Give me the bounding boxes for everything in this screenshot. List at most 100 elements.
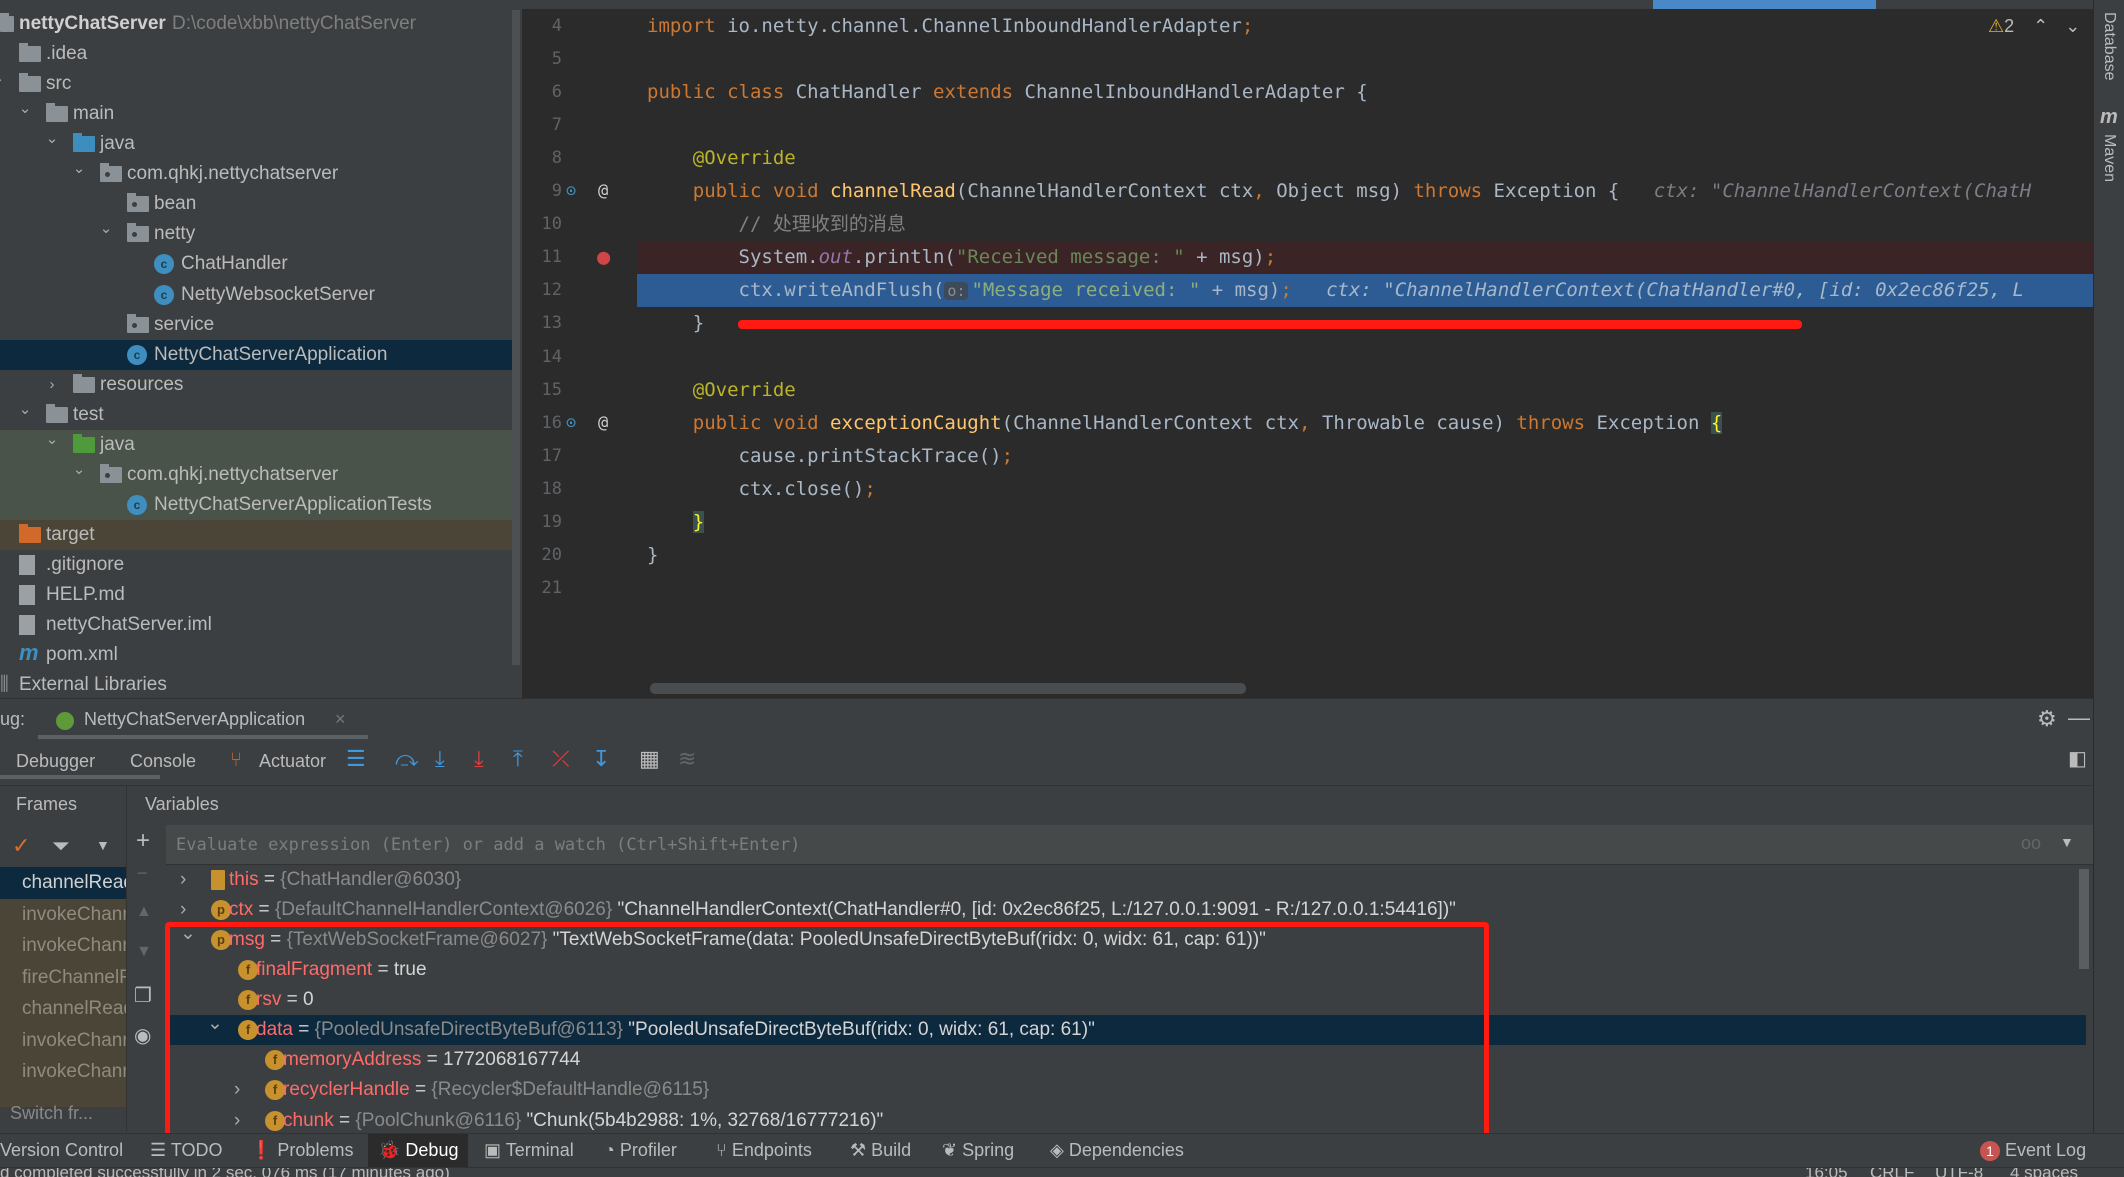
chevron-down-icon[interactable]: ⌄ xyxy=(71,455,87,485)
tree-item[interactable]: ⌄ com.qhkj.nettychatserver xyxy=(0,459,516,490)
stack-frame[interactable]: channelRead xyxy=(0,867,126,899)
line-number[interactable]: 17 xyxy=(522,440,562,473)
tool-terminal[interactable]: ▣ Terminal xyxy=(484,1134,574,1167)
line-number[interactable]: 18 xyxy=(522,473,562,506)
chevron-down-icon[interactable]: ⌄ xyxy=(17,94,33,124)
filter-icon[interactable]: ⏷ xyxy=(52,833,70,859)
override-method-icon[interactable]: ⊙ xyxy=(566,407,576,440)
stack-frame[interactable]: invokeChann xyxy=(0,930,126,962)
tree-item[interactable]: c NettyWebsocketServer xyxy=(0,280,516,310)
tree-item[interactable]: › resources xyxy=(0,370,516,400)
line-number[interactable]: 14 xyxy=(522,341,562,374)
chevron-down-icon[interactable]: ⌄ xyxy=(71,154,87,184)
file-encoding[interactable]: UTF-8 xyxy=(1935,1168,1983,1177)
variable-row[interactable]: › this = {ChatHandler@6030} xyxy=(166,865,2086,895)
tree-item[interactable]: ⌄ com.qhkj.nettychatserver xyxy=(0,159,516,189)
tree-item[interactable]: ⫼ External Libraries xyxy=(0,670,516,698)
chevron-down-icon[interactable]: ⌄ xyxy=(17,395,33,425)
tree-item[interactable]: ⌄ test xyxy=(0,400,516,430)
tool-event-log[interactable]: 1 Event Log xyxy=(1980,1134,2086,1167)
tree-item[interactable]: HELP.md xyxy=(0,580,516,610)
line-separator[interactable]: CRLF xyxy=(1870,1168,1914,1177)
line-number[interactable]: 10 xyxy=(522,208,562,241)
step-into-icon[interactable]: ⤓ xyxy=(435,746,445,772)
code-line[interactable]: 6 public class ChatHandler extends Channe… xyxy=(522,76,2093,109)
step-over-icon[interactable]: ⤼ xyxy=(395,746,419,772)
frames-dropdown-icon[interactable]: ▼ xyxy=(96,837,110,853)
stack-frame[interactable]: invokeChann xyxy=(0,1056,126,1088)
line-number[interactable]: 8 xyxy=(522,142,562,175)
code-line[interactable]: 21 xyxy=(522,572,2093,605)
code-line[interactable]: 10 // 处理收到的消息 xyxy=(522,208,2093,241)
editor-horizontal-scrollbar[interactable] xyxy=(650,683,1246,694)
layout-icon[interactable]: ◧ xyxy=(2068,746,2087,771)
tool-todo[interactable]: ☰ TODO xyxy=(150,1134,222,1167)
add-watch-icon[interactable]: + xyxy=(136,827,150,855)
code-line[interactable]: 12 ctx.writeAndFlush(o: "Message received… xyxy=(542,274,2093,308)
tool-profiler[interactable]: ◔ Profiler xyxy=(604,1134,677,1167)
annotation-at-icon[interactable]: @ xyxy=(598,175,608,208)
variable-row[interactable]: f finalFragment = true xyxy=(166,955,2086,985)
variable-row[interactable]: ⌄ p msg = {TextWebSocketFrame@6027} "TextW… xyxy=(166,923,2086,955)
copy-icon[interactable]: ❐ xyxy=(134,983,152,1008)
variable-row[interactable]: › f chunk = {PoolChunk@6116} "Chunk(5b4b29… xyxy=(166,1106,2086,1136)
evaluate-expression-icon[interactable]: ▦ xyxy=(639,746,660,772)
drop-frame-icon[interactable]: ⤫ xyxy=(552,746,570,772)
tab-actuator[interactable]: Actuator xyxy=(259,751,326,772)
tree-scrollbar[interactable] xyxy=(512,10,520,665)
code-line[interactable]: 9 ⊙ @ public void channelRead(ChannelHandl… xyxy=(522,175,2093,208)
eval-history-dropdown-icon[interactable]: ▼ xyxy=(2060,834,2074,850)
trace-icon[interactable]: ≋ xyxy=(678,746,696,772)
variable-row[interactable]: › p ctx = {DefaultChannelHandlerContext@60… xyxy=(166,895,2086,925)
editor-tab-active[interactable] xyxy=(1653,0,1876,9)
status-message[interactable]: d completed successfully in 2 sec, 076 m… xyxy=(0,1168,450,1177)
line-number[interactable]: 13 xyxy=(522,307,562,340)
indent-setting[interactable]: 4 spaces xyxy=(2010,1168,2078,1177)
line-number[interactable]: 9 xyxy=(522,175,562,208)
code-line[interactable]: 8 @Override xyxy=(522,142,2093,175)
code-line[interactable]: 17 cause.printStackTrace(); xyxy=(522,440,2093,473)
line-number[interactable]: 15 xyxy=(522,374,562,407)
line-number[interactable]: 20 xyxy=(522,539,562,572)
code-line[interactable]: 11 ● System.out.println("Received message… xyxy=(542,241,2093,275)
next-highlight-icon[interactable]: ⌄ xyxy=(2065,16,2080,36)
tree-item[interactable]: c ChatHandler xyxy=(0,249,516,279)
chevron-right-icon[interactable]: › xyxy=(0,520,6,550)
switch-frames-label[interactable]: Switch fr... xyxy=(10,1103,93,1124)
prev-highlight-icon[interactable]: ⌃ xyxy=(2033,16,2048,36)
glasses-icon[interactable]: oo xyxy=(2021,833,2041,854)
maven-tool-button[interactable]: Maven xyxy=(2100,134,2118,182)
chevron-down-icon[interactable]: ⌄ xyxy=(44,124,60,154)
tool-build[interactable]: ⚒ Build xyxy=(850,1134,911,1167)
tree-item[interactable]: .gitignore xyxy=(0,550,516,580)
tool-problems[interactable]: ❗ Problems xyxy=(250,1134,353,1167)
caret-position[interactable]: 16:05 xyxy=(1805,1168,1848,1177)
tree-item[interactable]: ›.idea xyxy=(0,39,516,69)
tree-item[interactable]: service xyxy=(0,310,516,340)
stack-frame[interactable]: invokeChann xyxy=(0,1025,126,1057)
tree-root[interactable]: nettyChatServer D:\code\xbb\nettyChatSer… xyxy=(0,9,516,39)
checkmark-icon[interactable]: ✓ xyxy=(12,833,30,859)
chevron-down-icon[interactable]: ⌄ xyxy=(98,214,114,244)
variable-row[interactable]: ⌄ f data = {PooledUnsafeDirectByteBuf@6113… xyxy=(166,1013,2086,1046)
tool-spring[interactable]: ❦ Spring xyxy=(942,1134,1014,1167)
code-line[interactable]: 14 xyxy=(522,341,2093,374)
session-tab[interactable]: NettyChatServerApplication × xyxy=(38,703,368,739)
variable-row[interactable]: f memoryAddress = 1772068167744 xyxy=(166,1045,2086,1075)
remove-watch-icon[interactable]: − xyxy=(137,863,148,884)
variable-row[interactable]: › f recyclerHandle = {Recycler$DefaultHand… xyxy=(166,1075,2086,1105)
minimize-icon[interactable]: — xyxy=(2068,705,2090,731)
stack-frame[interactable]: invokeChann xyxy=(0,899,126,931)
line-number[interactable]: 16 xyxy=(522,407,562,440)
line-number[interactable]: 7 xyxy=(522,109,562,142)
tree-item[interactable]: bean xyxy=(0,189,516,219)
database-tool-button[interactable]: Database xyxy=(2100,12,2118,81)
code-line[interactable]: 18 ctx.close(); xyxy=(522,473,2093,506)
line-number[interactable]: 5 xyxy=(522,43,562,76)
tree-item[interactable]: nettyChatServer.iml xyxy=(0,610,516,640)
chevron-down-icon[interactable]: ⌄ xyxy=(207,1009,223,1039)
stack-frame[interactable]: channelRead xyxy=(0,993,126,1025)
eye-icon[interactable]: ◉ xyxy=(134,1023,151,1048)
breakpoint-icon[interactable]: ● xyxy=(597,241,610,274)
move-up-icon[interactable]: ▲ xyxy=(136,903,152,921)
